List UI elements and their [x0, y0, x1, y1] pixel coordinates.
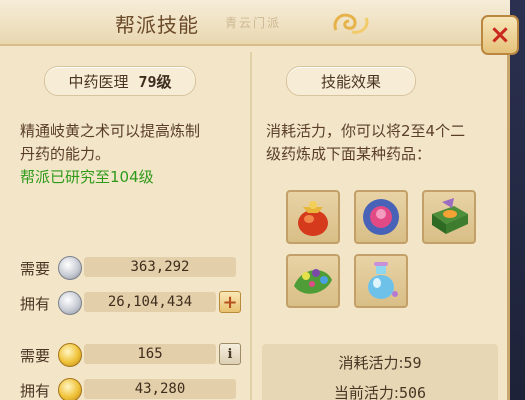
potion-bottle-icon: [368, 262, 398, 299]
gold-coin-icon: [58, 378, 82, 400]
skill-level: 79级: [138, 72, 172, 91]
skill-name-tag: 中药医理 79级: [44, 66, 196, 96]
skill-info-section: 中药医理 79级 精通岐黄之术可以提高炼制 丹药的能力。 帮派已研究至104级 …: [8, 52, 248, 400]
effect-header-tag: 技能效果: [286, 66, 416, 96]
gold-owned-label: 拥有: [20, 382, 51, 400]
effect-description-line-1: 消耗活力，你可以将2至4个二: [266, 122, 466, 140]
blue-ring-icon: [363, 199, 399, 235]
title-decoration: 青云门派: [225, 16, 282, 30]
skill-name: 中药医理: [68, 72, 129, 91]
column-divider: [250, 52, 252, 400]
vitality-current-label: 当前活力:: [333, 384, 399, 400]
effect-description-line-2: 级药炼成下面某种药品：: [266, 145, 432, 163]
silver-owned-value: 26,104,434: [84, 292, 216, 312]
title-bar: 帮派技能 青云门派: [0, 0, 510, 46]
research-status: 帮派已研究至104级: [20, 168, 154, 186]
silver-required-label: 需要: [20, 260, 51, 278]
vitality-cost-value: 59: [403, 354, 422, 372]
gold-coin-icon: [58, 343, 82, 367]
skill-panel: 帮派技能 青云门派 中药医理 79级 精通岐黄之术可以提高炼制 丹药的能力。 帮…: [0, 0, 510, 400]
close-icon: ×: [489, 20, 511, 50]
cloud-swirl-icon: [333, 13, 369, 34]
skill-description: 精通岐黄之术可以提高炼制 丹药的能力。 帮派已研究至104级: [20, 120, 248, 189]
plus-icon: +: [222, 291, 238, 313]
gold-owned-value: 43,280: [84, 379, 236, 399]
item-slot[interactable]: [286, 254, 340, 308]
close-button[interactable]: ×: [481, 15, 519, 55]
item-slot[interactable]: [354, 254, 408, 308]
silver-owned-label: 拥有: [20, 295, 51, 313]
item-slot[interactable]: [422, 190, 476, 244]
vitality-box: 消耗活力:59 当前活力:506: [262, 344, 498, 400]
info-button[interactable]: i: [219, 343, 241, 365]
add-silver-button[interactable]: +: [219, 291, 241, 313]
pouch-icon: [298, 201, 328, 236]
leaf-beads-icon: [294, 269, 332, 294]
box-icon: [432, 198, 468, 234]
gold-required-label: 需要: [20, 347, 51, 365]
vitality-cost-label: 消耗活力:: [338, 354, 404, 372]
vitality-current-value: 506: [398, 384, 427, 400]
item-slot[interactable]: [286, 190, 340, 244]
game-window: 帮派技能 青云门派 中药医理 79级 精通岐黄之术可以提高炼制 丹药的能力。 帮…: [0, 0, 525, 400]
effect-description: 消耗活力，你可以将2至4个二 级药炼成下面某种药品：: [266, 120, 502, 166]
silver-coin-icon: [58, 291, 82, 315]
skill-description-line-1: 精通岐黄之术可以提高炼制: [20, 122, 201, 140]
skill-effect-section: 技能效果 消耗活力，你可以将2至4个二 级药炼成下面某种药品： 消耗活力:59 …: [258, 52, 504, 400]
silver-required-value: 363,292: [84, 257, 236, 277]
effect-header: 技能效果: [320, 72, 381, 91]
silver-coin-icon: [58, 256, 82, 280]
vitality-current: 当前活力:506: [262, 382, 498, 400]
item-slot[interactable]: [354, 190, 408, 244]
skill-description-line-2: 丹药的能力。: [20, 145, 111, 163]
info-icon: i: [227, 346, 233, 362]
vitality-cost: 消耗活力:59: [262, 352, 498, 373]
gold-required-value: 165: [84, 344, 216, 364]
window-title: 帮派技能: [115, 13, 199, 37]
